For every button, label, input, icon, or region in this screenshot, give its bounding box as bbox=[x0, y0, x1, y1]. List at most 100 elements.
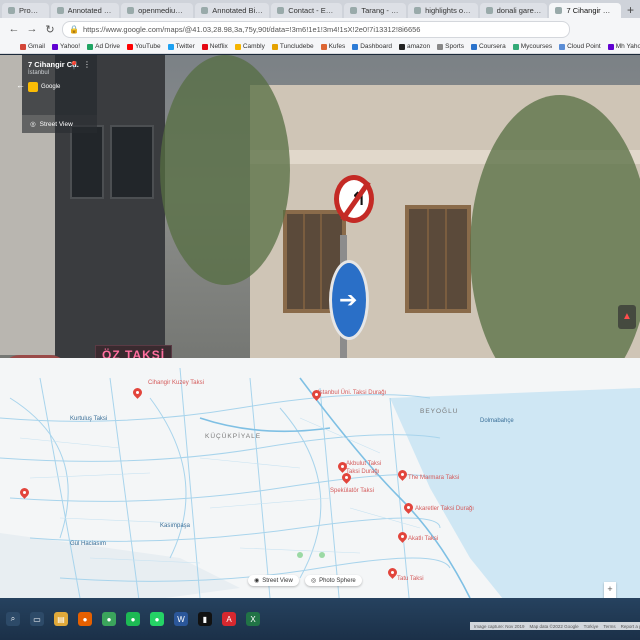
whatsapp-icon[interactable]: ● bbox=[150, 612, 164, 626]
bookmark-label: Gmail bbox=[28, 43, 45, 50]
map-label: BEYOĞLU bbox=[420, 408, 459, 415]
map-pin-icon[interactable] bbox=[386, 566, 399, 579]
bookmark-item[interactable]: Mh Yahoo bbox=[607, 43, 640, 50]
bookmark-label: Sports bbox=[445, 43, 464, 50]
bookmark-favicon-icon bbox=[437, 43, 444, 50]
bookmark-label: amazon bbox=[407, 43, 431, 50]
map-pin-icon[interactable] bbox=[396, 468, 409, 481]
map-label[interactable]: Taksi Durağı bbox=[346, 469, 379, 475]
bookmark-label: Mh Yahoo bbox=[615, 43, 640, 50]
photo-sphere-icon: ◎ bbox=[310, 578, 317, 584]
back-arrow-icon[interactable]: ← bbox=[8, 23, 20, 35]
browser-tab[interactable]: 7 Cihangir Cd - Go bbox=[549, 3, 621, 18]
chrome-icon[interactable]: ● bbox=[102, 612, 116, 626]
bookmark-item[interactable]: YouTube bbox=[127, 43, 161, 50]
tree bbox=[470, 95, 640, 400]
map-label[interactable]: Akaretler Taksi Durağı bbox=[415, 506, 474, 512]
tab-label: donali garett - Go bbox=[496, 6, 542, 15]
browser-tab[interactable]: openmedium.ocula bbox=[121, 3, 194, 18]
firefox-icon[interactable]: ● bbox=[78, 612, 92, 626]
address-bar[interactable]: 🔒 https://www.google.com/maps/@41.03,28.… bbox=[62, 20, 570, 38]
map-pin-icon[interactable] bbox=[131, 386, 144, 399]
bookmark-item[interactable]: Twitter bbox=[167, 43, 195, 50]
map-footer-item[interactable]: Report a problem bbox=[621, 624, 640, 629]
bookmark-label: YouTube bbox=[135, 43, 161, 50]
more-options-icon[interactable]: ⋮ bbox=[83, 60, 91, 69]
chip-photo-sphere[interactable]: ◎ Photo Sphere bbox=[304, 575, 362, 586]
map-footer-item[interactable]: Terms bbox=[603, 624, 615, 629]
browser-tab[interactable]: highlights on flight bbox=[408, 3, 478, 18]
bookmark-item[interactable]: Dashboard bbox=[352, 43, 392, 50]
bookmark-item[interactable]: Tuncludebe bbox=[271, 43, 314, 50]
excel-icon[interactable]: X bbox=[246, 612, 260, 626]
bookmark-item[interactable]: Ad Drive bbox=[87, 43, 120, 50]
bookmark-favicon-icon bbox=[352, 43, 359, 50]
map-label[interactable]: Akbulut Taksi bbox=[346, 461, 381, 467]
bookmark-item[interactable]: Cambly bbox=[234, 43, 265, 50]
street-view-icon: ◉ bbox=[254, 578, 260, 584]
bookmark-item[interactable]: Yahoo! bbox=[51, 43, 81, 50]
bookmark-item[interactable]: amazon bbox=[399, 43, 430, 50]
word-icon[interactable]: W bbox=[174, 612, 188, 626]
map-label[interactable]: Kurtuluş Taksi bbox=[70, 416, 107, 422]
compass-icon[interactable]: ▲ bbox=[618, 305, 636, 329]
task-view-icon[interactable]: ▭ bbox=[30, 612, 44, 626]
chip-street-view[interactable]: ◉ Street View bbox=[248, 575, 299, 586]
bookmark-label: Cloud Point bbox=[567, 43, 601, 50]
acrobat-icon[interactable]: A bbox=[222, 612, 236, 626]
map-label[interactable]: The Marmara Taksi bbox=[408, 475, 459, 481]
tab-favicon-icon bbox=[56, 7, 64, 14]
os-taskbar: ⌕ ▭ ▤ ● ● ● ● W ▮ A X bbox=[0, 598, 640, 640]
map-footer: Image capture: Nov 2019 Map data ©2022 Go… bbox=[470, 622, 640, 630]
bookmark-favicon-icon bbox=[51, 43, 58, 50]
search-icon[interactable]: ⌕ bbox=[6, 612, 20, 626]
street-view-subbar[interactable]: ◎ Street View bbox=[22, 115, 97, 133]
tab-favicon-icon bbox=[277, 7, 285, 14]
browser-tab[interactable]: donali garett - Go bbox=[479, 3, 548, 18]
map-pin-icon[interactable] bbox=[336, 460, 349, 473]
bookmark-item[interactable]: Netflix bbox=[201, 43, 228, 50]
bookmark-favicon-icon bbox=[559, 43, 566, 50]
new-tab-button[interactable]: + bbox=[621, 3, 640, 18]
bookmark-item[interactable]: Gmail bbox=[20, 43, 45, 50]
file-explorer-icon[interactable]: ▤ bbox=[54, 612, 68, 626]
bookmark-item[interactable]: Mycourses bbox=[512, 43, 552, 50]
browser-tab[interactable]: Annotated Bibliog bbox=[50, 3, 120, 18]
map-pin-icon[interactable] bbox=[340, 471, 353, 484]
chip-label: Street View bbox=[262, 577, 293, 584]
sv-back-arrow-icon[interactable]: ← bbox=[16, 80, 25, 90]
bookmark-label: Ad Drive bbox=[95, 43, 121, 50]
forward-arrow-icon[interactable]: → bbox=[26, 23, 38, 35]
terminal-icon[interactable]: ▮ bbox=[198, 612, 212, 626]
bookmark-item[interactable]: Sports bbox=[437, 43, 464, 50]
map-label[interactable]: Akatlı Taksi bbox=[408, 536, 438, 542]
zoom-in-button[interactable]: + bbox=[607, 584, 612, 594]
spotify-icon[interactable]: ● bbox=[126, 612, 140, 626]
browser-tab[interactable]: Annotated Bibliogra bbox=[195, 3, 270, 18]
map-footer-item: Türkiye bbox=[583, 623, 599, 629]
bookmark-item[interactable]: Kufes bbox=[320, 43, 345, 50]
bookmark-label: Coursera bbox=[478, 43, 506, 50]
map-pin-icon[interactable] bbox=[396, 530, 409, 543]
bookmark-item[interactable]: Coursera bbox=[470, 43, 506, 50]
map-label[interactable]: Tatu Taksi bbox=[397, 576, 424, 582]
bookmark-label: Yahoo! bbox=[59, 43, 81, 50]
bookmark-item[interactable]: Cloud Point bbox=[559, 43, 601, 50]
map-label[interactable]: Istanbul Üni. Taksi Durağı bbox=[318, 390, 386, 396]
browser-tab[interactable]: Contact - Earlybird bbox=[271, 3, 343, 18]
map-label[interactable]: Cihangir Kuzey Taksi bbox=[148, 380, 204, 386]
tab-favicon-icon bbox=[414, 7, 422, 14]
map-pin-icon[interactable] bbox=[402, 501, 415, 514]
tab-label: highlights on flight bbox=[425, 6, 472, 15]
browser-tab[interactable]: ProQuest bbox=[2, 3, 49, 18]
map-pin-icon[interactable] bbox=[310, 388, 323, 401]
browser-tab[interactable]: Tarang - ortaya bbox=[344, 3, 407, 18]
no-turn-sign-icon: ↰ bbox=[334, 175, 374, 223]
map-label: KÜÇÜKPİYALE bbox=[205, 433, 262, 440]
reload-icon[interactable]: ↻ bbox=[44, 23, 56, 36]
bookmark-favicon-icon bbox=[607, 43, 614, 50]
map-footer-item: Image capture: Nov 2019 bbox=[474, 623, 525, 629]
map-label[interactable]: Spekülatör Taksi bbox=[330, 488, 374, 494]
map-pin-icon[interactable] bbox=[18, 486, 31, 499]
location-pin-icon[interactable]: 📍 bbox=[69, 61, 79, 70]
